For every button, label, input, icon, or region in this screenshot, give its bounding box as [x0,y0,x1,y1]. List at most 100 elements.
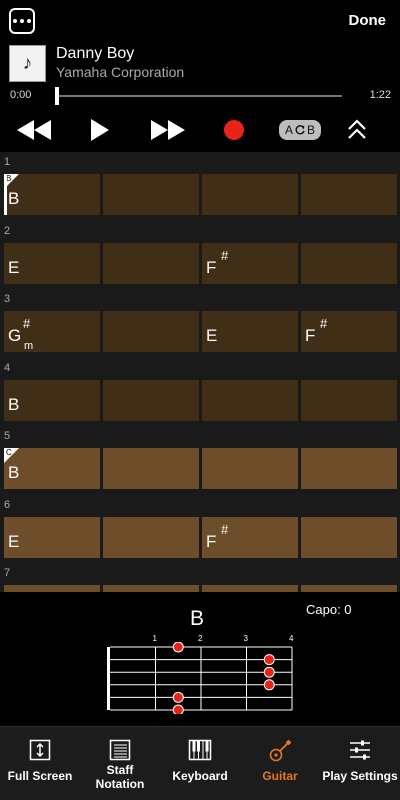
staff-notation-icon [109,739,131,766]
play-icon [91,119,109,141]
ab-left-label: A [284,123,293,137]
nav-keyboard[interactable]: Keyboard [160,727,240,800]
bar-number: 6 [4,498,11,511]
top-bar: Done [0,0,400,42]
chord-cell[interactable]: G # m [4,311,100,352]
chord-cell[interactable] [301,448,397,489]
chord-cell[interactable] [4,585,100,592]
chord-cell[interactable] [103,242,199,284]
nut [107,647,110,710]
chord-symbol: F # [206,521,229,551]
nav-play-settings[interactable]: Play Settings [320,727,400,800]
chord-symbol: E [8,531,20,551]
chord-chart[interactable]: 1 B B 2 E F #3 G # m E F #4 B 5 C B 6 E F #7 [0,152,400,592]
bar-number: 1 [4,156,11,168]
chord-cell[interactable] [103,174,199,215]
guitar-icon [268,739,292,768]
chord-cell[interactable]: F # [202,242,298,284]
nav-label: Play Settings [322,769,398,783]
bar-number: 5 [4,430,11,442]
chord-cell[interactable] [301,585,397,592]
section-marker-label: C [6,448,12,457]
chord-cell[interactable] [301,379,397,421]
capo-label[interactable]: Capo: 0 [306,602,352,617]
chord-cell[interactable]: E [202,311,298,352]
chord-cell[interactable] [103,448,199,489]
chord-cell[interactable]: B [4,379,100,421]
music-note-icon: ♪ [22,52,33,74]
chord-cell[interactable] [103,585,199,592]
song-thumbnail: ♪ [9,45,46,82]
chord-symbol: E [8,257,20,277]
chord-cell[interactable]: E [4,516,100,558]
bar-number: 7 [4,567,11,579]
current-time: 0:00 [10,89,32,101]
song-info: ♪ Danny Boy Yamaha Corporation [0,42,400,84]
chord-cell[interactable] [103,311,199,352]
nav-label: Full Screen [7,769,73,783]
chord-cell[interactable] [202,379,298,421]
guitar-chord-panel: B Capo: 0 1234 [0,592,400,726]
keyboard-icon [188,739,212,766]
record-icon [224,120,244,140]
chord-cell[interactable]: BB [4,174,100,215]
nav-full-screen[interactable]: Full Screen [0,727,80,800]
collapse-icon [348,119,366,139]
nav-label: Keyboard [172,769,228,783]
song-artist: Yamaha Corporation [56,64,185,80]
seek-thumb[interactable] [55,87,59,105]
guitar-fretboard [107,642,293,714]
chord-symbol: F # [206,247,229,277]
rewind-button[interactable] [14,110,54,150]
play-button[interactable] [86,110,114,150]
chord-cell[interactable]: F # [202,516,298,558]
nav-label: Staff Notation [95,763,145,791]
chord-cell[interactable]: F # [301,311,397,352]
chord-cell[interactable]: CB [4,448,100,489]
bar-number: 2 [4,224,11,237]
ab-repeat-button[interactable]: A B [277,110,323,150]
collapse-button[interactable] [343,110,371,150]
fast-forward-button[interactable] [148,110,188,150]
chord-cell[interactable] [301,516,397,558]
chord-cell[interactable] [202,585,298,592]
finger-dot [172,691,184,703]
chord-cell[interactable] [103,379,199,421]
nav-guitar[interactable]: Guitar [240,727,320,800]
play-settings-icon [349,739,371,766]
finger-dot [263,666,275,678]
chord-cell[interactable]: E [4,242,100,284]
chord-symbol: B [8,189,20,208]
full-screen-icon [29,739,51,766]
chord-symbol: F # [305,316,328,345]
chord-symbol: B [8,463,20,482]
finger-dot [172,704,184,714]
chord-symbol: B [8,394,20,414]
more-dots-icon[interactable] [9,8,35,34]
rewind-icon [17,120,51,140]
total-time: 1:22 [369,89,391,101]
loop-arrow-icon [295,125,305,135]
chord-symbol: G # m [8,316,34,352]
playback-cursor [4,174,7,215]
chord-cell[interactable] [301,174,397,215]
finger-dot [263,679,275,691]
song-title: Danny Boy [56,45,135,62]
fast-forward-icon [151,120,185,140]
chord-cell[interactable] [103,516,199,558]
chord-cell[interactable] [301,242,397,284]
bar-number: 3 [4,293,11,305]
bottom-navigation: Full Screen Staff Notation Keyboard Guitar P… [0,726,400,800]
done-button[interactable]: Done [349,12,387,29]
transport-controls: A B [0,110,400,150]
chord-symbol: E [206,326,218,345]
nav-label: Guitar [262,769,298,783]
chord-cell[interactable] [202,174,298,215]
seek-track[interactable] [57,95,342,97]
nav-staff-notation[interactable]: Staff Notation [80,727,160,800]
record-button[interactable] [220,110,248,150]
seek-bar: 0:00 1:22 [0,86,400,106]
finger-dot [172,642,184,653]
chord-cell[interactable] [202,448,298,489]
ab-repeat-icon: A B [279,120,321,140]
